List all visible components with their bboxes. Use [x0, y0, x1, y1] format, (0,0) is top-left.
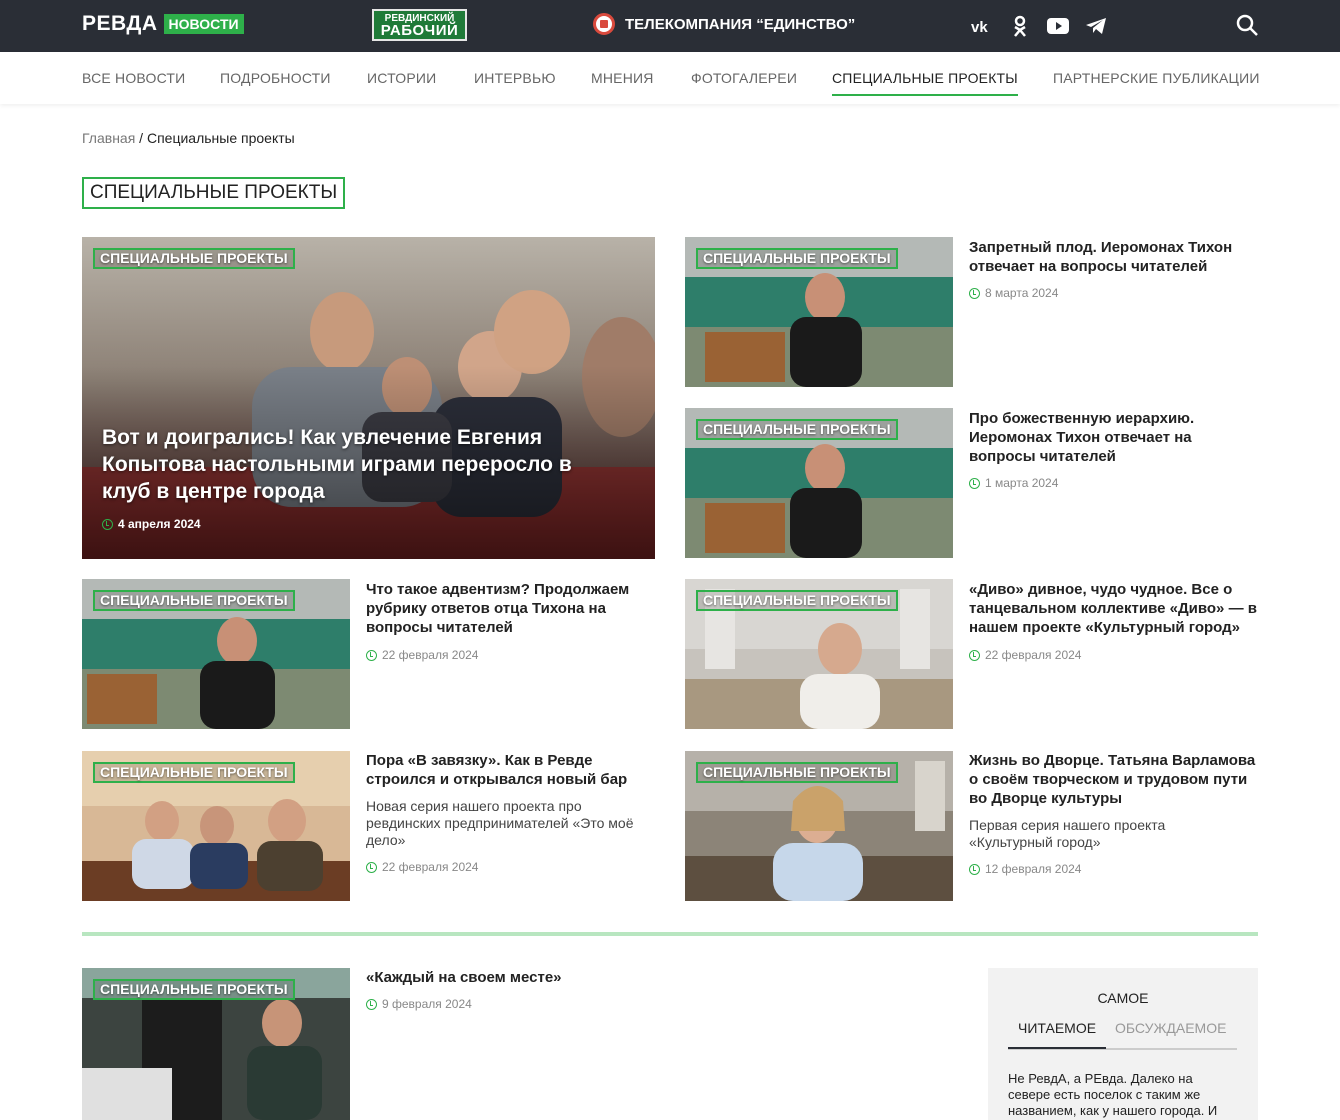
clock-icon	[366, 649, 377, 661]
tab-most-discussed[interactable]: ОБСУЖДАЕМОЕ	[1115, 1020, 1226, 1036]
svg-text:vk: vk	[971, 19, 988, 33]
nav-special-projects[interactable]: СПЕЦИАЛЬНЫЕ ПРОЕКТЫ	[832, 70, 1018, 96]
search-icon[interactable]	[1235, 13, 1259, 37]
article-date: 9 февраля 2024	[366, 997, 472, 1011]
vk-icon[interactable]: vk	[970, 14, 994, 38]
category-tag[interactable]: СПЕЦИАЛЬНЫЕ ПРОЕКТЫ	[696, 419, 898, 440]
article-thumbnail[interactable]: СПЕЦИАЛЬНЫЕ ПРОЕКТЫ	[685, 237, 953, 387]
social-links: vk	[970, 14, 1108, 38]
article-title[interactable]: «Каждый на своем месте»	[366, 968, 656, 987]
category-tag[interactable]: СПЕЦИАЛЬНЫЕ ПРОЕКТЫ	[696, 762, 898, 783]
article-title[interactable]: Что такое адвентизм? Продолжаем рубрику …	[366, 580, 651, 637]
article-date: 8 марта 2024	[969, 286, 1058, 300]
clock-icon	[366, 861, 377, 873]
partner-logo-revdinsky-rabochy[interactable]: РЕВДИНСКИЙ РАБОЧИЙ	[372, 9, 467, 41]
tab-most-read[interactable]: ЧИТАЕМОЕ	[1007, 1020, 1107, 1049]
tv-channel-icon	[593, 13, 615, 35]
tv-channel-link[interactable]: ТЕЛЕКОМПАНИЯ “ЕДИНСТВО”	[593, 13, 855, 35]
article-thumbnail[interactable]: СПЕЦИАЛЬНЫЕ ПРОЕКТЫ	[685, 751, 953, 901]
article-thumbnail[interactable]: СПЕЦИАЛЬНЫЕ ПРОЕКТЫ	[82, 579, 350, 729]
clock-icon	[969, 863, 980, 875]
article-title[interactable]: «Диво» дивное, чудо чудное. Все о танцев…	[969, 580, 1259, 637]
article-date: 22 февраля 2024	[366, 648, 478, 662]
breadcrumb-home[interactable]: Главная	[82, 130, 135, 146]
article-lead: Первая серия нашего проекта «Культурный …	[969, 817, 1166, 850]
article-date-text: 9 февраля 2024	[382, 997, 472, 1011]
nav-opinions[interactable]: МНЕНИЯ	[591, 70, 654, 86]
telegram-icon[interactable]	[1084, 14, 1108, 38]
article-title[interactable]: Пора «В завязку». Как в Ревде строился и…	[366, 751, 646, 789]
nav-stories[interactable]: ИСТОРИИ	[367, 70, 436, 86]
clock-icon	[366, 998, 377, 1010]
clock-icon	[969, 477, 980, 489]
main-nav: ВСЕ НОВОСТИ ПОДРОБНОСТИ ИСТОРИИ ИНТЕРВЬЮ…	[0, 52, 1340, 104]
article-thumbnail[interactable]: СПЕЦИАЛЬНЫЕ ПРОЕКТЫ	[82, 968, 350, 1120]
clock-icon	[969, 287, 980, 299]
section-divider	[82, 932, 1258, 936]
breadcrumb: Главная / Специальные проекты	[82, 130, 295, 146]
nav-interviews[interactable]: ИНТЕРВЬЮ	[474, 70, 556, 86]
article-title[interactable]: Запретный плод. Иеромонах Тихон отвечает…	[969, 238, 1259, 276]
article-title[interactable]: Жизнь во Дворце. Татьяна Варламова о сво…	[969, 751, 1259, 808]
site-logo[interactable]: РЕВДА НОВОСТИ	[82, 12, 244, 36]
page-title: СПЕЦИАЛЬНЫЕ ПРОЕКТЫ	[82, 177, 346, 209]
nav-photo-galleries[interactable]: ФОТОГАЛЕРЕИ	[691, 70, 797, 86]
top-bar: РЕВДА НОВОСТИ РЕВДИНСКИЙ РАБОЧИЙ ТЕЛЕКОМ…	[0, 0, 1340, 52]
article-date: 22 февраля 2024	[366, 860, 478, 874]
popular-article-link[interactable]: Не РевдА, а РЕвда. Далеко на севере есть…	[1008, 1071, 1230, 1119]
hero-article-card[interactable]: СПЕЦИАЛЬНЫЕ ПРОЕКТЫ Вот и доигрались! Ка…	[82, 237, 655, 559]
nav-partner-publications[interactable]: ПАРТНЕРСКИЕ ПУБЛИКАЦИИ	[1053, 70, 1260, 86]
article-date: 1 марта 2024	[969, 476, 1058, 490]
breadcrumb-current: Специальные проекты	[146, 130, 295, 146]
hero-photo	[82, 237, 655, 559]
widget-tabs: ЧИТАЕМОЕ ОБСУЖДАЕМОЕ	[1007, 1020, 1237, 1050]
article-date-text: 12 февраля 2024	[985, 862, 1082, 876]
category-tag[interactable]: СПЕЦИАЛЬНЫЕ ПРОЕКТЫ	[696, 590, 898, 611]
article-lead: Новая серия нашего проекта про ревдински…	[366, 798, 634, 848]
most-popular-widget: САМОЕ ЧИТАЕМОЕ ОБСУЖДАЕМОЕ Не РевдА, а Р…	[988, 968, 1258, 1120]
article-date-text: 22 февраля 2024	[382, 860, 479, 874]
hero-article-date: 4 апреля 2024	[102, 517, 201, 531]
hero-article-title[interactable]: Вот и доигрались! Как увлечение Евгения …	[102, 424, 622, 505]
widget-heading: САМОЕ	[1097, 990, 1149, 1006]
clock-icon	[102, 518, 113, 530]
logo-main-text: РЕВДА	[82, 12, 158, 35]
category-tag[interactable]: СПЕЦИАЛЬНЫЕ ПРОЕКТЫ	[93, 979, 295, 1000]
article-date: 22 февраля 2024	[969, 648, 1081, 662]
article-title[interactable]: Про божественную иерархию. Иеромонах Тих…	[969, 409, 1259, 466]
odnoklassniki-icon[interactable]	[1008, 14, 1032, 38]
article-thumbnail[interactable]: СПЕЦИАЛЬНЫЕ ПРОЕКТЫ	[685, 408, 953, 558]
youtube-icon[interactable]	[1046, 14, 1070, 38]
partner-logo-line2: РАБОЧИЙ	[380, 22, 459, 39]
article-date-text: 22 февраля 2024	[382, 648, 479, 662]
tv-channel-label: ТЕЛЕКОМПАНИЯ “ЕДИНСТВО”	[625, 15, 856, 33]
article-date: 12 февраля 2024	[969, 862, 1081, 876]
article-date-text: 1 марта 2024	[985, 476, 1059, 490]
article-thumbnail[interactable]: СПЕЦИАЛЬНЫЕ ПРОЕКТЫ	[685, 579, 953, 729]
article-date-text: 8 марта 2024	[985, 286, 1059, 300]
category-tag[interactable]: СПЕЦИАЛЬНЫЕ ПРОЕКТЫ	[93, 590, 295, 611]
category-tag[interactable]: СПЕЦИАЛЬНЫЕ ПРОЕКТЫ	[696, 248, 898, 269]
breadcrumb-separator: /	[135, 130, 147, 146]
logo-badge: НОВОСТИ	[163, 14, 244, 34]
nav-details[interactable]: ПОДРОБНОСТИ	[220, 70, 331, 86]
nav-all-news[interactable]: ВСЕ НОВОСТИ	[82, 70, 185, 86]
article-date-text: 22 февраля 2024	[985, 648, 1082, 662]
category-tag[interactable]: СПЕЦИАЛЬНЫЕ ПРОЕКТЫ	[93, 248, 295, 269]
hero-date-text: 4 апреля 2024	[118, 517, 201, 531]
clock-icon	[969, 649, 980, 661]
category-tag[interactable]: СПЕЦИАЛЬНЫЕ ПРОЕКТЫ	[93, 762, 295, 783]
article-thumbnail[interactable]: СПЕЦИАЛЬНЫЕ ПРОЕКТЫ	[82, 751, 350, 901]
